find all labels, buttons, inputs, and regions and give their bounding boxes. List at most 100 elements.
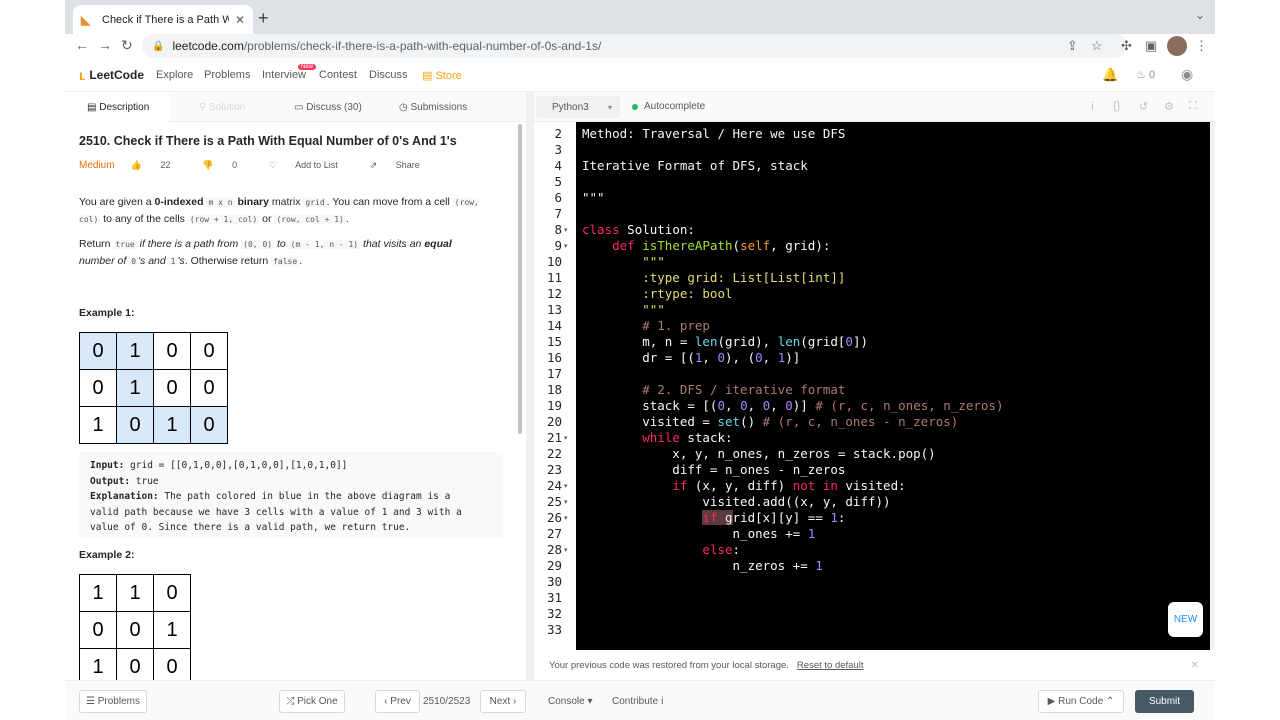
console-toggle[interactable]: Console ▾ <box>548 696 593 707</box>
url-input[interactable]: 🔒 leetcode.com/problems/check-if-there-i… <box>142 34 1127 58</box>
fire-streak[interactable]: ♨ 0 <box>1136 68 1155 81</box>
tab-search-icon[interactable]: ⌄ <box>1195 8 1205 22</box>
nav-contest[interactable]: Contest <box>319 69 357 81</box>
braces-icon[interactable]: {} <box>1113 100 1120 112</box>
explanation-label: Explanation: <box>90 491 159 502</box>
fold-arrow-icon[interactable]: ▾ <box>564 226 568 234</box>
tab-solution[interactable]: ⚲ Solution <box>199 92 245 122</box>
reset-icon[interactable]: ↺ <box>1139 100 1148 113</box>
profile-avatar[interactable] <box>1167 36 1187 56</box>
heart-icon: ♡ <box>269 160 278 170</box>
thumbs-up-icon: 👍 <box>130 160 142 170</box>
fire-icon: ♨ <box>1136 69 1146 81</box>
bookmark-star-icon[interactable]: ☆ <box>1091 38 1103 54</box>
fold-arrow-icon[interactable]: ▾ <box>564 546 568 554</box>
add-to-list-button[interactable]: ♡ Add to List <box>269 160 354 171</box>
grid-cell: 0 <box>153 369 191 407</box>
back-icon[interactable]: ← <box>75 37 89 53</box>
nav-problems[interactable]: Problems <box>204 69 250 81</box>
new-tab-icon[interactable]: + <box>258 8 269 29</box>
browser-menu-icon[interactable]: ⋮ <box>1195 38 1208 54</box>
code-line: m, n = len(grid), len(grid[0]) <box>582 334 869 349</box>
editor-toolbar: Python3 ▾ Autocomplete ⅰ {} ↺ ⚙ ⛶ <box>534 92 1215 122</box>
line-number: 22 <box>546 446 562 461</box>
p2-bold-equal: equal <box>424 238 452 250</box>
thumbs-down-icon: 👎 <box>202 160 214 170</box>
code-line: n_zeros += 1 <box>582 558 823 573</box>
language-select[interactable]: Python3 ▾ <box>536 96 620 118</box>
code-line: if (x, y, diff) not in visited: <box>672 478 906 493</box>
share-page-icon[interactable]: ⇪ <box>1067 38 1078 54</box>
dislike-count: 0 <box>232 160 238 170</box>
example-output: Output: true <box>90 474 492 490</box>
share-button[interactable]: ⇗ Share <box>370 160 436 171</box>
fold-arrow-icon[interactable]: ▾ <box>564 242 568 250</box>
like-button[interactable]: 👍 22 <box>131 160 187 171</box>
info-icon[interactable]: ⅰ <box>1091 100 1094 113</box>
fold-arrow-icon[interactable]: ▾ <box>564 514 568 522</box>
fold-arrow-icon[interactable]: ▾ <box>564 482 568 490</box>
extensions-icon[interactable]: ✣ <box>1121 38 1132 54</box>
chevron-right-icon: › <box>513 696 517 707</box>
run-code-button[interactable]: ▶ Run Code ⌃ <box>1038 690 1124 713</box>
prev-button[interactable]: ‹ Prev <box>375 690 420 713</box>
tab-discuss[interactable]: ▭ Discuss (30) <box>294 92 362 122</box>
grid-cell: 0 <box>116 611 154 649</box>
dislike-button[interactable]: 👎 0 <box>202 160 253 171</box>
notification-bell-icon[interactable]: 🔔 <box>1102 67 1118 83</box>
explanation-line-3: value of 0. Since there is a valid path,… <box>90 522 411 533</box>
grid-cell: 0 <box>79 369 117 407</box>
user-avatar-icon[interactable]: ◉ <box>1181 66 1193 83</box>
description-scrollbar[interactable] <box>518 124 522 434</box>
p1-code-grid: grid <box>303 198 327 207</box>
code-editor[interactable]: 2 3 4 5 6 7 8 ▾ 9 ▾ 10 11 12 13 14 15 16 17 18 19 20 21 ▾ 22 23 2… <box>534 122 1210 650</box>
nav-store[interactable]: ▤ Store <box>422 69 462 82</box>
settings-icon[interactable]: ⚙ <box>1164 100 1174 113</box>
grid-cell: 1 <box>153 611 191 649</box>
panel-resize-handle[interactable] <box>526 92 534 680</box>
site-header: ʟ LeetCode Explore Problems Interview Ne… <box>65 58 1215 92</box>
autocomplete-toggle[interactable]: Autocomplete <box>632 101 705 112</box>
close-tab-icon[interactable]: ✕ <box>235 13 245 27</box>
solution-icon: ⚲ <box>199 101 207 113</box>
grid-cell: 1 <box>116 574 154 612</box>
submit-button[interactable]: Submit <box>1135 690 1194 713</box>
nav-interview[interactable]: Interview <box>262 69 306 81</box>
line-number: 25 <box>546 494 562 509</box>
tab-submissions[interactable]: ◷ Submissions <box>399 92 467 122</box>
logo-text: LeetCode <box>89 68 145 82</box>
new-feature-button[interactable]: NEW <box>1168 602 1203 637</box>
problem-counter: 2510/2523 <box>423 696 471 707</box>
tab-description[interactable]: ▤ Description <box>65 92 169 122</box>
browser-tab[interactable]: ◣ Check if There is a Path With E ✕ <box>73 5 253 34</box>
code-line: """ <box>582 254 665 269</box>
forward-icon[interactable]: → <box>98 37 112 53</box>
editor-scrollbar[interactable] <box>1210 122 1215 650</box>
nav-explore[interactable]: Explore <box>156 69 193 81</box>
output-value: true <box>130 475 159 487</box>
grid-cell: 1 <box>79 406 117 444</box>
fullscreen-icon[interactable]: ⛶ <box>1189 100 1197 113</box>
nav-discuss[interactable]: Discuss <box>369 69 408 81</box>
reset-to-default-link[interactable]: Reset to default <box>797 660 864 671</box>
side-panel-icon[interactable]: ▣ <box>1145 38 1157 54</box>
grid-cell: 0 <box>153 648 191 680</box>
fold-arrow-icon[interactable]: ▾ <box>564 434 568 442</box>
code-line: dr = [(1, 0), (0, 1)] <box>582 350 801 365</box>
problems-button[interactable]: ☰ Problems <box>79 690 147 713</box>
contribute-link[interactable]: Contribute ⅰ <box>612 696 664 707</box>
url-path: /problems/check-if-there-is-a-path-with-… <box>243 39 602 53</box>
reload-icon[interactable]: ↻ <box>121 37 133 54</box>
share-icon: ⇗ <box>369 160 378 170</box>
next-button[interactable]: Next › <box>480 690 526 713</box>
example-1-grid: 0100 0100 1010 <box>79 332 228 444</box>
fold-arrow-icon[interactable]: ▾ <box>564 498 568 506</box>
leetcode-logo[interactable]: ʟ LeetCode <box>79 67 144 83</box>
close-icon[interactable]: ✕ <box>1191 660 1199 671</box>
pick-one-button[interactable]: ⤮ Pick One <box>279 690 345 713</box>
like-count: 22 <box>160 160 171 170</box>
p2-code-start: (0, 0) <box>241 240 275 249</box>
line-number: 31 <box>546 590 562 605</box>
line-number: 8 <box>554 222 562 237</box>
code-line: :type grid: List[List[int]] <box>582 270 846 285</box>
